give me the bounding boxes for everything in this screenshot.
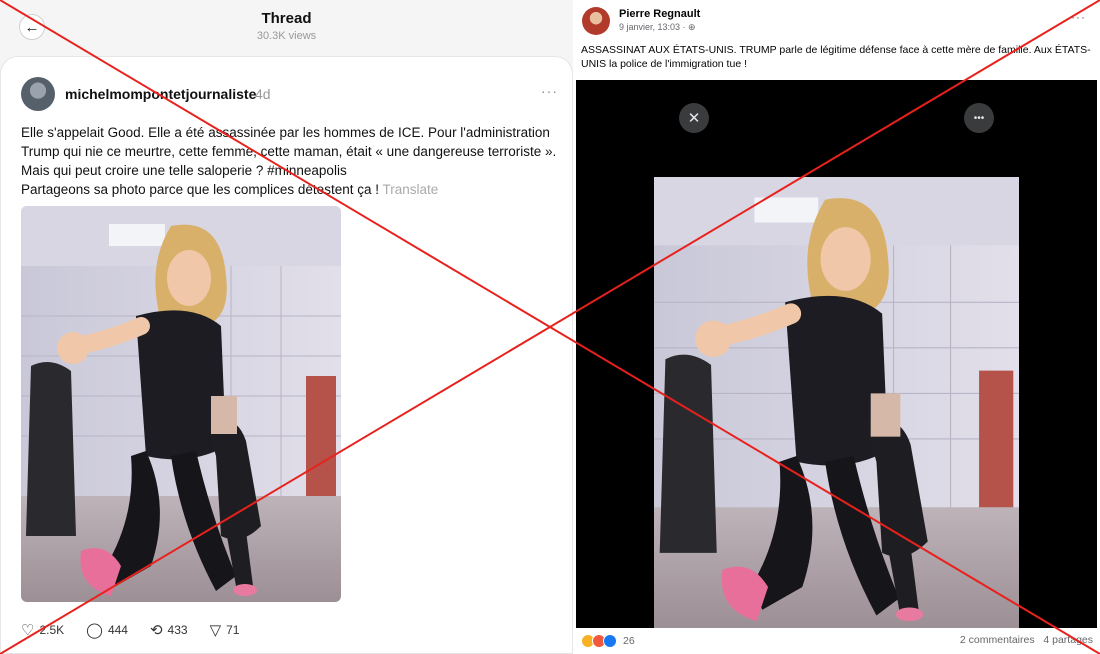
post-footer: 26 2 commentaires 4 partages: [581, 634, 1093, 650]
translate-link[interactable]: Translate: [382, 182, 438, 197]
post-author[interactable]: Pierre Regnault: [619, 8, 700, 20]
post-line: Trump qui nie ce meurtre, cette femme, c…: [21, 144, 557, 159]
close-button[interactable]: ✕: [679, 103, 709, 133]
post-line: Mais qui peut croire une telle saloperie…: [21, 163, 347, 178]
post-line-text: Partageons sa photo parce que les compli…: [21, 182, 379, 197]
share-button[interactable]: ▽ 71: [210, 621, 240, 639]
like-count: 2.5K: [39, 623, 65, 637]
comments-link[interactable]: 2 commentaires: [960, 634, 1035, 646]
comment-button[interactable]: ◯ 444: [86, 621, 128, 639]
post-text: ASSASSINAT AUX ÉTATS-UNIS. TRUMP parle d…: [581, 44, 1091, 70]
send-icon: ▽: [209, 622, 222, 639]
reaction-count: 26: [623, 635, 635, 647]
threads-panel: ← Thread 30.3K views michelmompontetjour…: [0, 0, 573, 654]
facebook-panel: Pierre Regnault 9 janvier, 13:03 · ⊕ ···…: [573, 0, 1100, 654]
threads-header: ← Thread 30.3K views: [0, 0, 573, 52]
post-text: Elle s'appelait Good. Elle a été assassi…: [21, 123, 566, 199]
post-author[interactable]: michelmompontetjournaliste: [65, 86, 256, 102]
post-actions: ♡ 2.5K ◯ 444 ⟲ 433 ▽ 71: [21, 620, 261, 640]
avatar[interactable]: [582, 7, 610, 35]
more-options-icon[interactable]: ···: [1071, 10, 1086, 24]
shares-link[interactable]: 4 partages: [1043, 634, 1093, 646]
globe-icon: ⊕: [688, 22, 696, 32]
post-photo[interactable]: [654, 177, 1019, 628]
page-title: Thread: [261, 10, 312, 27]
like-button[interactable]: ♡ 2.5K: [21, 621, 64, 639]
post-date-text: 9 janvier, 13:03 ·: [619, 22, 689, 32]
media-viewer: ✕ •••: [576, 80, 1097, 628]
share-count: 71: [226, 623, 240, 637]
post-stats: 2 commentaires 4 partages: [960, 634, 1093, 646]
post-date: 9 janvier, 13:03 · ⊕: [619, 22, 696, 33]
post-photo[interactable]: [21, 206, 341, 602]
thread-post-card: michelmompontetjournaliste 4d ··· Elle s…: [0, 56, 573, 654]
avatar[interactable]: [21, 77, 55, 111]
views-count: 30.3K views: [256, 30, 317, 42]
comment-count: 444: [107, 623, 128, 637]
close-icon: ✕: [687, 110, 701, 127]
reaction-icon: [603, 634, 617, 648]
more-options-icon: •••: [973, 112, 985, 124]
post-line: Elle s'appelait Good. Elle a été assassi…: [21, 125, 550, 140]
heart-icon: ♡: [21, 622, 35, 639]
post-age: 4d: [255, 86, 271, 102]
repost-button[interactable]: ⟲ 433: [150, 621, 188, 639]
post-line: Partageons sa photo parce que les compli…: [21, 180, 566, 199]
media-options-button[interactable]: •••: [964, 103, 994, 133]
repost-icon: ⟲: [149, 622, 163, 639]
more-options-icon[interactable]: ···: [541, 83, 558, 99]
reactions[interactable]: 26: [581, 634, 635, 648]
repost-count: 433: [167, 623, 188, 637]
comment-icon: ◯: [86, 622, 103, 639]
